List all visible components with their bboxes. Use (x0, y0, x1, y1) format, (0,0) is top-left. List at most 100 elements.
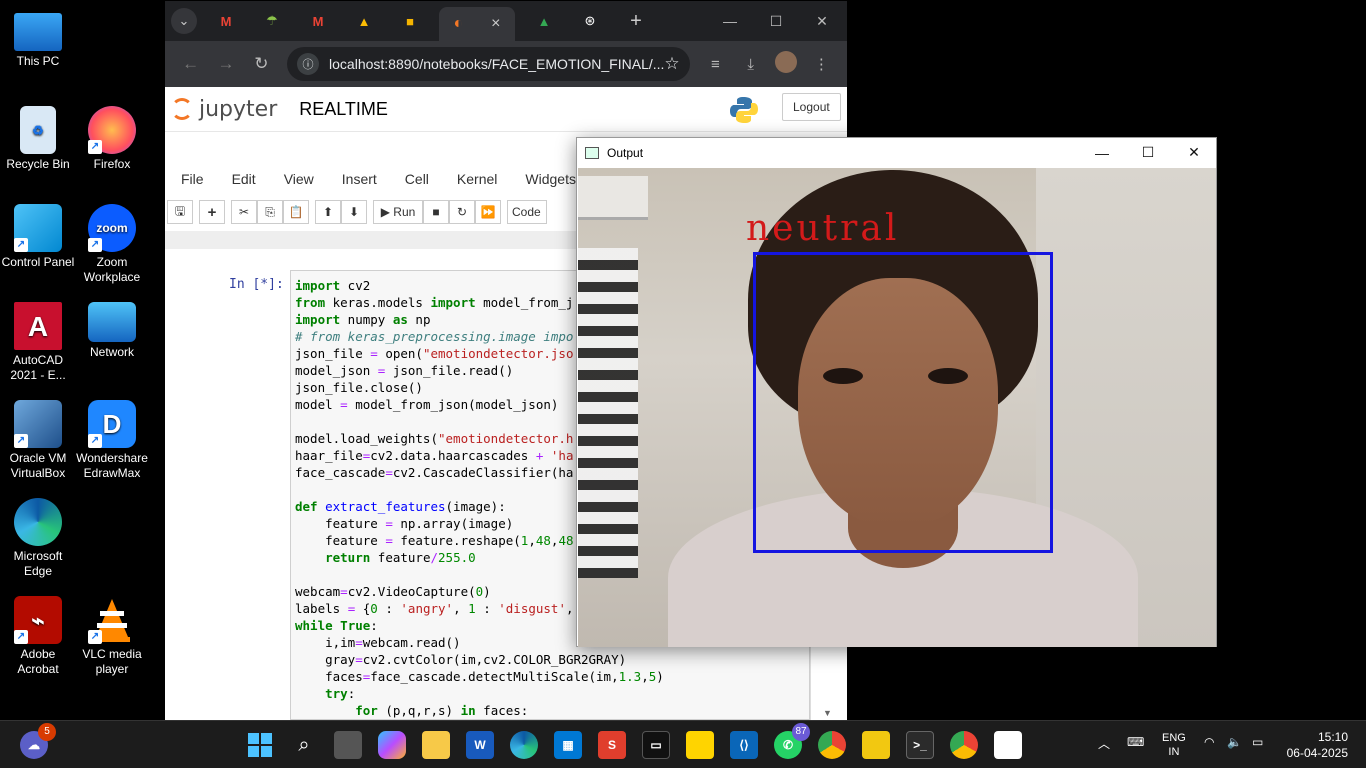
keyboard-icon[interactable]: ⌨ (1127, 735, 1144, 749)
gmail-tab-2[interactable]: M (301, 7, 335, 35)
output-title-bar[interactable]: Output — ☐ ✕ (577, 138, 1216, 167)
desktop-icon-zoom[interactable]: zoom ↗ Zoom Workplace (74, 204, 150, 285)
menu-insert[interactable]: Insert (342, 171, 377, 187)
jupyter-logo[interactable]: jupyter (171, 97, 277, 122)
copy-icon[interactable]: ⎘ (257, 200, 283, 224)
desktop-icon-this-pc[interactable]: This PC (0, 8, 76, 69)
forward-icon[interactable]: → (208, 54, 243, 74)
desktop-icon-control-panel[interactable]: ↗ Control Panel (0, 204, 76, 270)
start-icon[interactable] (246, 731, 274, 759)
restart-icon[interactable]: ↻ (449, 200, 475, 224)
jupyter-tab[interactable]: ◐ × (439, 7, 515, 41)
close-window-button[interactable]: ✕ (799, 1, 845, 41)
air-conditioner (578, 176, 648, 220)
desktop-icon-vlc[interactable]: ↗ VLC media player (74, 596, 150, 677)
gmail-tab[interactable]: M (209, 7, 243, 35)
paste-icon[interactable]: 📋 (283, 200, 309, 224)
close-tab-icon[interactable]: × (491, 15, 500, 33)
desktop-icon-autocad[interactable]: A AutoCAD 2021 - E... (0, 302, 76, 383)
omnibox[interactable]: ⓘ localhost:8890/notebooks/FACE_EMOTION_… (287, 47, 690, 81)
maximize-button[interactable]: ☐ (753, 1, 799, 41)
copilot-icon[interactable] (378, 731, 406, 759)
desktop-icon-label: Adobe Acrobat (17, 647, 59, 676)
file-explorer-icon[interactable] (422, 731, 450, 759)
menu-edit[interactable]: Edit (232, 171, 256, 187)
desktop-icon-edrawmax[interactable]: D ↗ Wondershare EdrawMax (74, 400, 150, 481)
output-minimize-button[interactable]: — (1079, 138, 1125, 167)
power-bi-icon[interactable] (862, 731, 890, 759)
move-up-icon[interactable]: ⬆ (315, 200, 341, 224)
slides-icon: ■ (406, 13, 414, 29)
menu-file[interactable]: File (181, 171, 204, 187)
search-icon[interactable]: ⌕ (290, 731, 318, 759)
desktop-icon-network[interactable]: Network (74, 302, 150, 360)
control-panel-icon: ↗ (14, 204, 62, 252)
terminal-icon[interactable]: ▭ (642, 731, 670, 759)
edge-taskbar-icon[interactable] (510, 731, 538, 759)
desktop-icon-virtualbox[interactable]: ↗ Oracle VM VirtualBox (0, 400, 76, 481)
address-bar: ← → ↻ ⓘ localhost:8890/notebooks/FACE_EM… (165, 41, 847, 87)
scroll-down-icon[interactable]: ▼ (823, 708, 832, 718)
output-close-button[interactable]: ✕ (1171, 138, 1217, 167)
interrupt-icon[interactable]: ■ (423, 200, 449, 224)
move-down-icon[interactable]: ⬇ (341, 200, 367, 224)
task-view-icon[interactable] (334, 731, 362, 759)
menu-kernel[interactable]: Kernel (457, 171, 497, 187)
zoom-icon: zoom ↗ (88, 204, 136, 252)
run-button[interactable]: ▶ Run (373, 200, 423, 224)
menu-icon[interactable]: ⋮ (804, 55, 839, 73)
save-icon[interactable]: 🖫 (167, 200, 193, 224)
reload-icon[interactable]: ↻ (244, 54, 279, 74)
drive-tab-2[interactable]: ▲ (527, 7, 561, 35)
app-s-icon[interactable]: S (598, 731, 626, 759)
battery-icon[interactable]: ▭ (1252, 735, 1263, 749)
profile-avatar[interactable] (768, 51, 803, 77)
back-icon[interactable]: ← (173, 54, 208, 74)
media-control-icon[interactable]: ≡ (698, 56, 733, 73)
word-icon[interactable]: W (466, 731, 494, 759)
notepad-icon[interactable] (994, 731, 1022, 759)
menu-widgets[interactable]: Widgets (525, 171, 576, 187)
cmd-icon[interactable]: >_ (906, 731, 934, 759)
slides-tab[interactable]: ■ (393, 7, 427, 35)
widgets-icon[interactable]: ☁ 5 (20, 723, 56, 759)
output-maximize-button[interactable]: ☐ (1125, 138, 1171, 167)
site-info-icon[interactable]: ⓘ (297, 53, 320, 75)
whatsapp-badge: 87 (792, 723, 810, 741)
chrome-icon[interactable] (818, 731, 846, 759)
chrome-profile-icon[interactable] (950, 731, 978, 759)
desktop-icon-label: Oracle VM VirtualBox (9, 451, 67, 480)
cut-icon[interactable]: ✂ (231, 200, 257, 224)
sticky-notes-icon[interactable] (686, 731, 714, 759)
wifi-icon[interactable]: ◠ (1204, 735, 1214, 749)
language-indicator[interactable]: ENG IN (1162, 731, 1186, 759)
whatsapp-icon[interactable]: ✆ 87 (774, 723, 810, 759)
store-icon[interactable]: ▦ (554, 731, 582, 759)
desktop-icon-label: This PC (16, 54, 60, 68)
add-cell-icon[interactable]: + (199, 200, 225, 224)
volume-icon[interactable]: 🔈 (1227, 735, 1242, 749)
tab-list-button[interactable]: ⌄ (171, 8, 197, 34)
drive-icon: ▲ (537, 13, 551, 29)
restart-run-all-icon[interactable]: ⏩ (475, 200, 501, 224)
desktop-icon-recycle-bin[interactable]: ♻ Recycle Bin (0, 106, 76, 172)
menu-view[interactable]: View (284, 171, 314, 187)
drive-tab[interactable]: ▲ (347, 7, 381, 35)
bookmark-star-icon[interactable]: ☆ (664, 54, 679, 74)
new-tab-button[interactable]: + (619, 7, 653, 35)
menu-cell[interactable]: Cell (405, 171, 429, 187)
minimize-button[interactable]: — (707, 1, 753, 41)
desktop-icon-firefox[interactable]: ↗ Firefox (74, 106, 150, 172)
openai-tab[interactable]: ⊛ (573, 7, 607, 35)
show-hidden-icons[interactable]: ︿ (1098, 735, 1110, 752)
cell-type-select[interactable]: Code (507, 200, 547, 224)
clock[interactable]: 15:10 06-04-2025 (1287, 729, 1348, 761)
desktop-icon-acrobat[interactable]: ⌁ ↗ Adobe Acrobat (0, 596, 76, 677)
output-window-title: Output (607, 145, 644, 160)
desktop-icon-edge[interactable]: Microsoft Edge (0, 498, 76, 579)
download-icon[interactable]: ⤓ (733, 56, 768, 73)
tab-2[interactable]: ☂ (255, 7, 289, 35)
vscode-icon[interactable]: ⟨⟩ (730, 731, 758, 759)
notebook-title[interactable]: REALTIME (299, 99, 388, 120)
logout-button[interactable]: Logout (782, 93, 841, 121)
